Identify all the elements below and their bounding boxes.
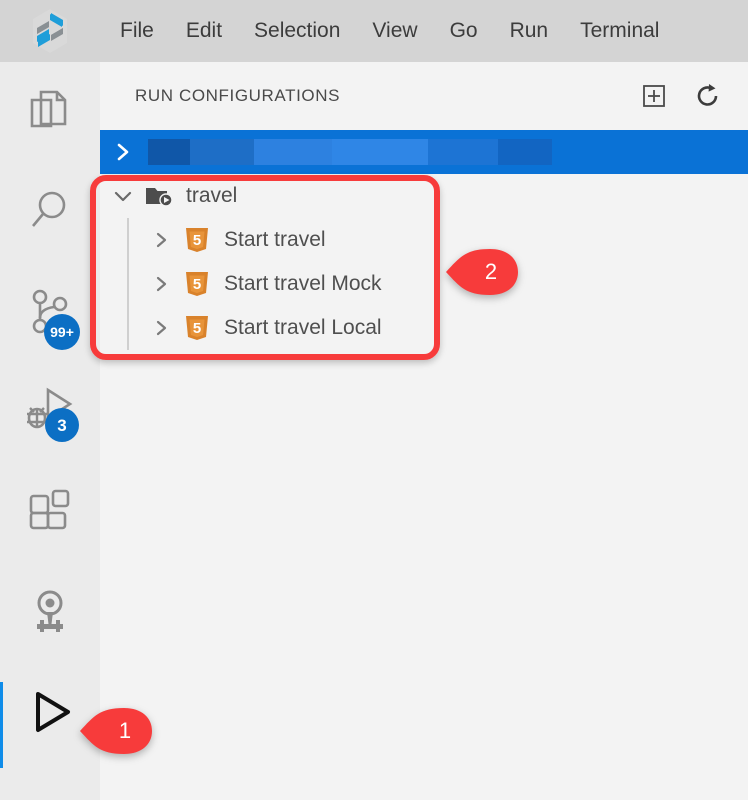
lightbulb-gear-icon — [37, 590, 63, 632]
annotation-pin-1-label: 1 — [118, 718, 132, 743]
activity-source-control[interactable]: 99+ — [0, 262, 100, 362]
tree-label-start-travel: Start travel — [224, 228, 326, 251]
tree-row-start-travel[interactable]: 5 Start travel — [100, 218, 748, 262]
files-icon — [30, 90, 67, 128]
menu-bar: File Edit Selection View Go Run Terminal — [0, 0, 748, 62]
annotation-pin-2-label: 2 — [484, 259, 498, 284]
tree-label-travel: travel — [186, 184, 238, 207]
run-configurations-tree: travel 5 Start travel 5 Start travel Moc… — [100, 130, 748, 350]
tree-label-start-travel-mock: Start travel Mock — [224, 272, 382, 295]
activity-explorer[interactable] — [0, 62, 100, 162]
panel-actions — [640, 62, 722, 130]
app-logo — [0, 0, 100, 62]
activity-search[interactable] — [0, 162, 100, 262]
tree-row-selected-redacted[interactable] — [100, 130, 748, 174]
html5-icon: 5 — [182, 270, 212, 298]
debug-badge: 3 — [45, 408, 79, 442]
source-control-badge: 99+ — [44, 314, 80, 350]
activity-bar: 99+ 3 — [0, 62, 100, 800]
html5-icon: 5 — [182, 314, 212, 342]
chevron-right-icon[interactable] — [140, 262, 182, 306]
play-triangle-icon — [36, 692, 70, 732]
menu-run[interactable]: Run — [494, 0, 565, 62]
svg-text:5: 5 — [193, 232, 201, 249]
panel-header: RUN CONFIGURATIONS — [100, 62, 748, 130]
search-icon — [32, 191, 66, 227]
theia-logo-icon — [33, 9, 67, 53]
run-configurations-panel: RUN CONFIGURATIONS travel 5 Start travel… — [100, 62, 748, 800]
menu-go[interactable]: Go — [434, 0, 494, 62]
theia-window: File Edit Selection View Go Run Terminal — [0, 0, 748, 800]
html5-icon: 5 — [182, 226, 212, 254]
active-tab-indicator — [0, 682, 3, 768]
activity-debug[interactable]: 3 — [0, 362, 100, 462]
activity-plugins[interactable] — [0, 562, 100, 662]
redacted-label — [148, 139, 552, 165]
activity-extensions[interactable] — [0, 462, 100, 562]
menu-items: File Edit Selection View Go Run Terminal — [100, 0, 675, 62]
tree-children-group: 5 Start travel 5 Start travel Mock 5 Sta… — [100, 218, 748, 350]
menu-selection[interactable]: Selection — [238, 0, 356, 62]
refresh-icon — [697, 84, 718, 106]
svg-text:5: 5 — [193, 276, 201, 293]
chevron-right-icon[interactable] — [140, 306, 182, 350]
folder-run-icon — [144, 184, 174, 208]
extensions-icon — [29, 489, 70, 530]
svg-text:5: 5 — [193, 320, 201, 337]
menu-edit[interactable]: Edit — [170, 0, 238, 62]
plus-in-square-icon — [643, 85, 665, 107]
tree-row-start-travel-mock[interactable]: 5 Start travel Mock — [100, 262, 748, 306]
menu-file[interactable]: File — [100, 0, 170, 62]
refresh-configurations-button[interactable] — [694, 82, 722, 110]
tree-row-start-travel-local[interactable]: 5 Start travel Local — [100, 306, 748, 350]
chevron-down-icon[interactable] — [102, 174, 144, 218]
chevron-right-icon[interactable] — [102, 130, 144, 174]
add-configuration-button[interactable] — [640, 82, 668, 110]
menu-view[interactable]: View — [356, 0, 433, 62]
annotation-pin-2: 2 — [444, 247, 520, 297]
tree-label-start-travel-local: Start travel Local — [224, 316, 382, 339]
annotation-pin-1: 1 — [78, 706, 154, 756]
menu-terminal[interactable]: Terminal — [564, 0, 675, 62]
chevron-right-icon[interactable] — [140, 218, 182, 262]
panel-title: RUN CONFIGURATIONS — [135, 86, 341, 105]
tree-row-folder-travel[interactable]: travel — [100, 174, 748, 218]
